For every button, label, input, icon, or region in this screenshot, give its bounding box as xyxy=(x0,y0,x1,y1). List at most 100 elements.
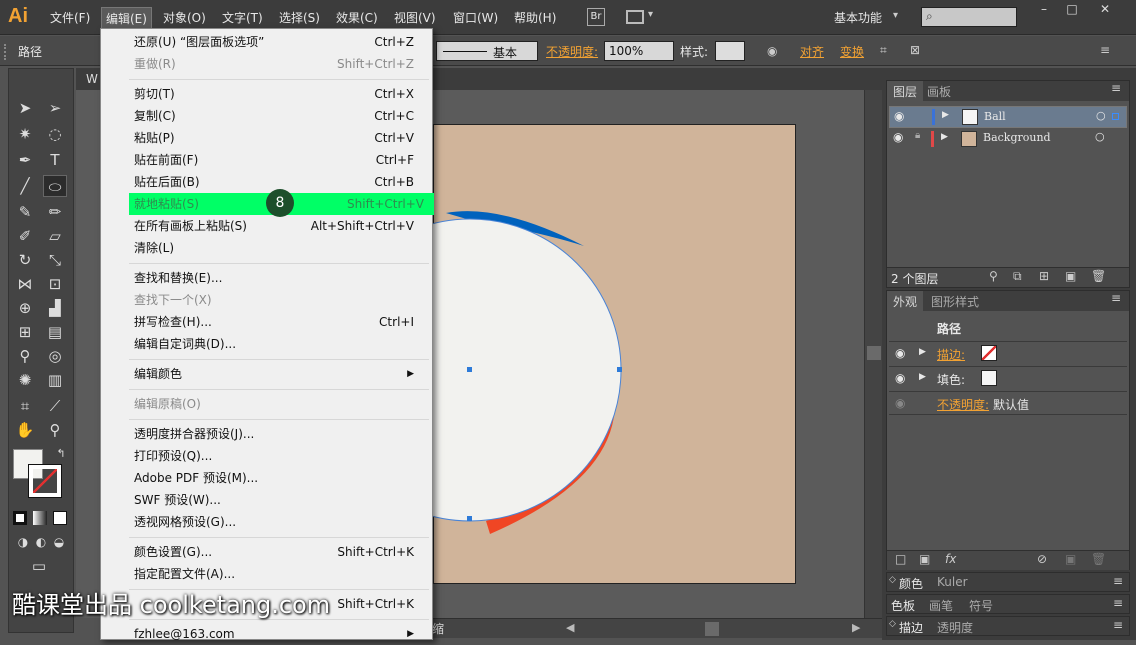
swap-colors-icon[interactable]: ↰ xyxy=(49,443,73,465)
ellipse-tool-icon[interactable]: ⬭ xyxy=(43,175,67,197)
appearance-row-fill[interactable]: ◉ ▶ 填色: xyxy=(889,366,1127,390)
menu-item-color-settings[interactable]: 颜色设置(G)... Shift+Ctrl+K xyxy=(134,541,424,563)
tab-color[interactable]: 颜色 xyxy=(899,575,923,592)
layer-row-ball[interactable]: ◉ ▶ Ball ○ xyxy=(889,106,1127,128)
artboard-tool-icon[interactable]: ⌗ xyxy=(13,395,37,417)
menu-item-edit-dictionary[interactable]: 编辑自定词典(D)... xyxy=(134,333,424,355)
layer-name[interactable]: Background xyxy=(983,131,1051,144)
eraser-icon[interactable]: ▱ xyxy=(43,225,67,247)
screen-mode-icon[interactable]: ▭ xyxy=(27,555,51,577)
tab-brushes[interactable]: 画笔 xyxy=(929,597,953,614)
tab-symbols[interactable]: 符号 xyxy=(969,597,993,614)
panel-menu-icon[interactable]: ≡ xyxy=(1111,81,1121,95)
blob-brush-icon[interactable]: ✐ xyxy=(13,225,37,247)
selection-square-icon[interactable] xyxy=(1112,113,1119,120)
expand-triangle-icon[interactable]: ▶ xyxy=(919,347,926,357)
eyedropper-icon[interactable]: ⚲ xyxy=(13,345,37,367)
collapse-icon[interactable]: ◇ xyxy=(889,575,896,585)
menu-item-print-presets[interactable]: 打印预设(Q)... xyxy=(134,445,424,467)
collapse-icon[interactable]: ◇ xyxy=(889,619,896,629)
menu-item-flattener-presets[interactable]: 透明度拼合器预设(J)... xyxy=(134,423,424,445)
scroll-thumb[interactable] xyxy=(705,622,719,636)
fx-icon[interactable]: fx xyxy=(945,552,956,566)
menu-item-swf-presets[interactable]: SWF 预设(W)... xyxy=(134,489,424,511)
trash-icon[interactable]: 🗑︎ xyxy=(1091,552,1106,566)
horizontal-scrollbar[interactable]: 缩 ◀ ▶ xyxy=(430,618,882,638)
tab-kuler[interactable]: Kuler xyxy=(937,575,968,589)
gradient-mode-icon[interactable] xyxy=(33,511,47,525)
menu-item-spell-check[interactable]: 拼写检查(H)... Ctrl+I xyxy=(134,311,424,333)
width-tool-icon[interactable]: ⋈ xyxy=(13,273,37,295)
menu-item-perspective-presets[interactable]: 透视网格预设(G)... xyxy=(134,511,424,533)
color-mode-icon[interactable] xyxy=(13,511,27,525)
clear-appearance-icon[interactable]: ⊘ xyxy=(1037,552,1047,566)
tab-layers[interactable]: 图层 xyxy=(887,81,924,102)
menu-item-paste[interactable]: 粘贴(P) Ctrl+V xyxy=(134,127,424,149)
lasso-icon[interactable]: ◌ xyxy=(43,123,67,145)
type-tool-icon[interactable]: T xyxy=(43,149,67,171)
panel-menu-icon[interactable]: ≡ xyxy=(1113,596,1123,610)
tab-graphic-styles[interactable]: 图形样式 xyxy=(931,293,979,310)
layer-name[interactable]: Ball xyxy=(984,110,1006,123)
add-new-stroke-icon[interactable]: □ xyxy=(895,552,906,566)
expand-triangle-icon[interactable]: ▶ xyxy=(919,372,926,382)
scroll-right-icon[interactable]: ▶ xyxy=(852,621,860,634)
trash-icon[interactable]: 🗑︎ xyxy=(1091,269,1106,283)
rotate-icon[interactable]: ↻ xyxy=(13,249,37,271)
selection-tool-icon[interactable]: ➤ xyxy=(13,97,37,119)
menu-item-paste-on-all-artboards[interactable]: 在所有画板上粘贴(S) Alt+Shift+Ctrl+V xyxy=(134,215,424,237)
menu-item-account[interactable]: fzhlee@163.com ▶ xyxy=(134,623,424,645)
blend-icon[interactable]: ◎ xyxy=(43,345,67,367)
symbol-sprayer-icon[interactable]: ✺ xyxy=(13,369,37,391)
scale-icon[interactable]: ⤡ xyxy=(43,249,67,271)
add-new-fill-icon[interactable]: ▣ xyxy=(919,552,930,566)
duplicate-item-icon[interactable]: ▣ xyxy=(1065,552,1076,566)
menu-item-paste-in-front[interactable]: 贴在前面(F) Ctrl+F xyxy=(134,149,424,171)
menu-item-clear[interactable]: 清除(L) xyxy=(134,237,424,259)
visibility-eye-icon[interactable]: ◉ xyxy=(894,109,904,123)
paintbrush-icon[interactable]: ✎ xyxy=(13,201,37,223)
zoom-tool-icon[interactable]: ⚲ xyxy=(43,419,67,441)
menu-item-find-replace[interactable]: 查找和替换(E)... xyxy=(134,267,424,289)
draw-inside-icon[interactable]: ◒ xyxy=(47,531,71,553)
appearance-row-opacity[interactable]: ◉ 不透明度: 默认值 xyxy=(889,391,1127,415)
visibility-eye-icon[interactable]: ◉ xyxy=(895,396,905,410)
expand-triangle-icon[interactable]: ▶ xyxy=(942,110,949,120)
menu-item-find-next[interactable]: 查找下一个(X) xyxy=(134,289,424,311)
menu-item-undo[interactable]: 还原(U) “图层面板选项” Ctrl+Z xyxy=(134,31,424,53)
stroke-label[interactable]: 描边: xyxy=(937,346,965,363)
target-circle-icon[interactable]: ○ xyxy=(1096,109,1106,122)
panel-menu-icon[interactable]: ≡ xyxy=(1111,291,1121,305)
scroll-left-icon[interactable]: ◀ xyxy=(566,621,574,634)
perspective-grid-icon[interactable]: ▟ xyxy=(43,297,67,319)
tab-appearance[interactable]: 外观 xyxy=(887,291,924,312)
graph-tool-icon[interactable]: ▥ xyxy=(43,369,67,391)
menu-item-copy[interactable]: 复制(C) Ctrl+C xyxy=(134,105,424,127)
tab-swatches[interactable]: 色板 xyxy=(891,597,915,614)
opacity-link[interactable]: 不透明度: xyxy=(937,396,989,413)
shape-builder-icon[interactable]: ⊕ xyxy=(13,297,37,319)
mesh-icon[interactable]: ⊞ xyxy=(13,321,37,343)
layer-row-background[interactable]: ◉ 🔒︎ ▶ Background ○ xyxy=(889,129,1127,149)
pencil-icon[interactable]: ✏ xyxy=(43,201,67,223)
visibility-eye-icon[interactable]: ◉ xyxy=(893,130,903,144)
expand-triangle-icon[interactable]: ▶ xyxy=(941,132,948,142)
visibility-eye-icon[interactable]: ◉ xyxy=(895,371,905,385)
panel-menu-icon[interactable]: ≡ xyxy=(1113,618,1123,632)
direct-selection-tool-icon[interactable]: ➢ xyxy=(43,97,67,119)
lock-icon[interactable]: 🔒︎ xyxy=(915,130,920,141)
menu-item-edit-original[interactable]: 编辑原稿(O) xyxy=(134,393,424,415)
pen-tool-icon[interactable]: ✒ xyxy=(13,149,37,171)
magic-wand-icon[interactable]: ✷ xyxy=(13,123,37,145)
tab-artboards[interactable]: 画板 xyxy=(927,83,951,100)
search-icon[interactable]: ⚲ xyxy=(989,269,998,283)
hand-tool-icon[interactable]: ✋ xyxy=(13,419,37,441)
target-circle-icon[interactable]: ○ xyxy=(1095,130,1105,143)
new-sublayer-icon[interactable]: ⊞ xyxy=(1039,269,1049,283)
stroke-swatch[interactable] xyxy=(28,464,62,498)
tab-transparency[interactable]: 透明度 xyxy=(937,619,973,636)
stroke-color-swatch[interactable] xyxy=(981,345,997,361)
menu-item-edit-colors[interactable]: 编辑颜色 ▶ xyxy=(134,363,424,385)
make-clip-mask-icon[interactable]: ⧉ xyxy=(1013,269,1022,284)
gradient-icon[interactable]: ▤ xyxy=(43,321,67,343)
